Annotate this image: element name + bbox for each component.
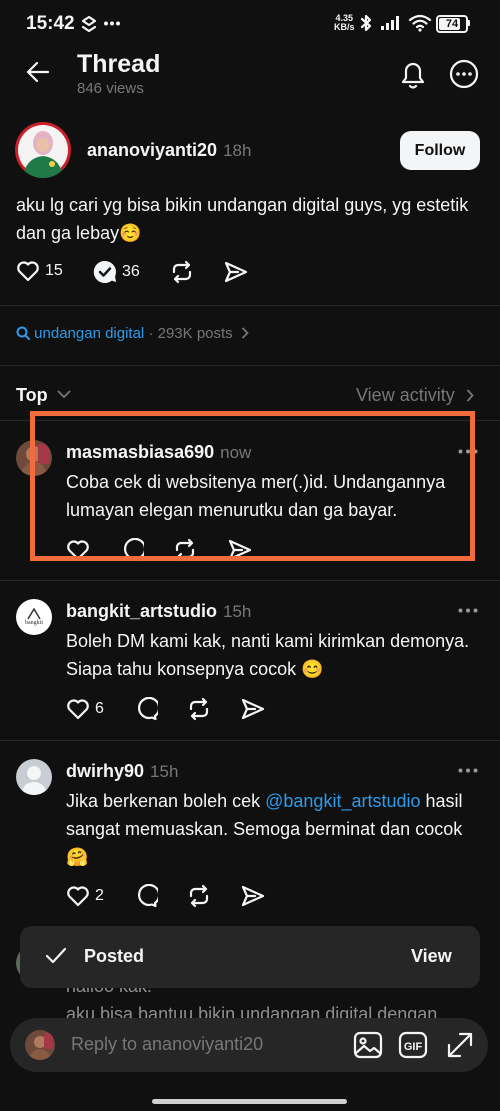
replied-check-icon [93, 260, 116, 283]
view-activity-link[interactable]: View activity [356, 385, 474, 406]
share-icon[interactable] [224, 261, 248, 283]
avatar [25, 1030, 55, 1060]
topic-link[interactable]: undangan digital · 293K posts [16, 325, 249, 342]
more-notifications-icon [104, 21, 120, 26]
bluetooth-icon [360, 14, 372, 32]
reply-author[interactable]: bangkit_artstudio 15h [66, 601, 251, 622]
notification-bell-icon[interactable] [398, 58, 428, 90]
comment-icon[interactable] [134, 884, 158, 908]
reply-button[interactable]: 36 [93, 260, 140, 284]
checkmark-icon [44, 946, 68, 966]
wifi-icon [408, 14, 432, 32]
home-indicator[interactable] [152, 1099, 347, 1104]
avatar[interactable]: bangkit [16, 599, 52, 635]
signal-icon [380, 15, 402, 31]
image-picker-icon[interactable] [353, 1030, 383, 1060]
chevron-right-icon [241, 327, 249, 339]
heart-icon [17, 261, 39, 282]
threads-notification-icon [80, 15, 98, 33]
avatar[interactable] [15, 122, 71, 178]
more-options-icon[interactable] [449, 59, 479, 89]
back-arrow-icon[interactable] [24, 58, 52, 86]
mention-link[interactable]: @bangkit_artstudio [265, 791, 420, 811]
chevron-right-icon [466, 389, 474, 402]
status-time: 15:42 [26, 13, 75, 34]
reply-count: 36 [122, 263, 140, 280]
post-time: 18h [223, 141, 252, 160]
like-button[interactable]: 15 [16, 260, 63, 282]
repost-icon[interactable] [170, 260, 194, 284]
svg-text:GIF: GIF [404, 1041, 423, 1053]
reply-text: Boleh DM kami kak, nanti kami kirimkan d… [66, 631, 470, 679]
avatar[interactable] [16, 759, 52, 795]
share-icon[interactable] [241, 698, 265, 720]
status-bar: 15:42 4.35 KB/s 74 [0, 0, 500, 48]
like-button[interactable]: 2 [66, 885, 104, 907]
reply-placeholder[interactable]: Reply to ananoviyanti20 [71, 1034, 263, 1055]
network-speed: 4.35 KB/s [334, 13, 355, 32]
highlight-box [30, 411, 475, 561]
post-text: aku lg cari yg bisa bikin undangan digit… [16, 195, 469, 243]
reply-author[interactable]: dwirhy90 15h [66, 761, 178, 782]
topic-tag: undangan digital [34, 325, 145, 342]
toast-label: Posted [84, 946, 145, 966]
more-options-icon[interactable] [458, 768, 478, 773]
repost-icon[interactable] [187, 697, 211, 721]
post-author[interactable]: ananoviyanti20 18h [87, 140, 251, 161]
heart-icon [67, 886, 89, 907]
share-icon[interactable] [241, 885, 265, 907]
toast-view-button[interactable]: View [411, 946, 452, 967]
chevron-down-icon [57, 390, 71, 399]
battery-icon: 74 [436, 15, 468, 33]
page-title: Thread [77, 50, 161, 78]
heart-icon [67, 699, 89, 720]
topic-post-count: · 293K posts [148, 325, 233, 342]
repost-icon[interactable] [187, 884, 211, 908]
expand-icon[interactable] [445, 1030, 475, 1060]
comment-icon[interactable] [134, 697, 158, 721]
more-options-icon[interactable] [458, 608, 478, 613]
like-count: 15 [45, 262, 63, 279]
gif-icon[interactable]: GIF [398, 1030, 428, 1060]
reply-text: Jika berkenan boleh cek @bangkit_artstud… [66, 791, 463, 867]
search-icon [16, 326, 30, 340]
follow-button[interactable]: Follow [400, 131, 480, 170]
sort-dropdown[interactable]: Top [16, 385, 71, 406]
view-count: 846 views [77, 80, 144, 97]
like-button[interactable]: 6 [66, 698, 104, 720]
